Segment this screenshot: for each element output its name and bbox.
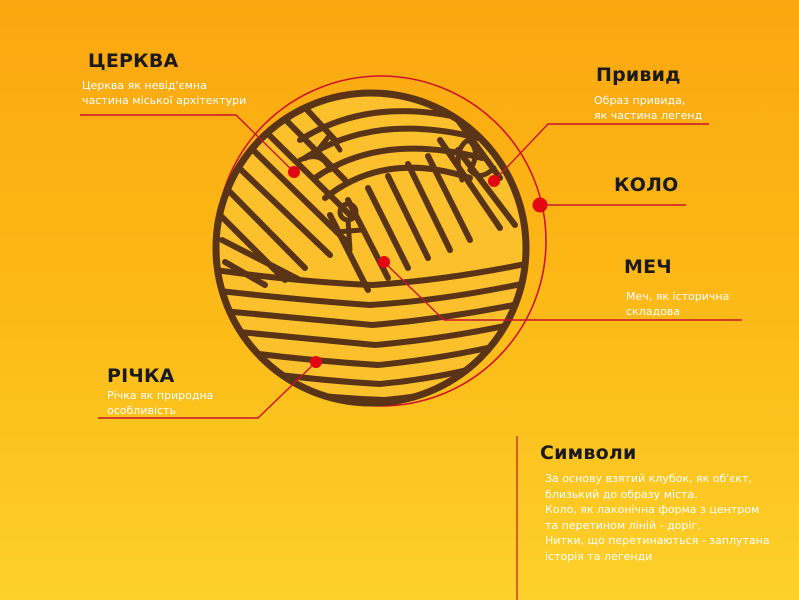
river-title: РІЧКА	[107, 365, 175, 387]
ghost-leader-line	[493, 123, 709, 182]
circle-marker	[532, 197, 548, 213]
ghost-title: Привид	[596, 64, 681, 86]
church-marker	[288, 166, 300, 178]
sword-description: Меч, як історична складова	[626, 290, 730, 318]
river-marker	[310, 356, 322, 368]
symbols-text: За основу взятий клубок, як об'єкт, близ…	[545, 472, 770, 563]
church-title: ЦЕРКВА	[88, 50, 179, 72]
ghost-marker	[488, 175, 500, 187]
ghost-description: Образ привида, як частина легенд	[594, 94, 703, 122]
church-description: Церква як невід'ємна частина міської арх…	[82, 79, 247, 107]
symbols-title: Символи	[540, 442, 637, 464]
circle-title: КОЛО	[614, 174, 679, 196]
river-description: Річка як природна особливість	[107, 389, 214, 417]
sword-marker	[378, 256, 390, 268]
yarn-ball-icon	[212, 89, 530, 407]
sword-title: МЕЧ	[624, 256, 672, 278]
